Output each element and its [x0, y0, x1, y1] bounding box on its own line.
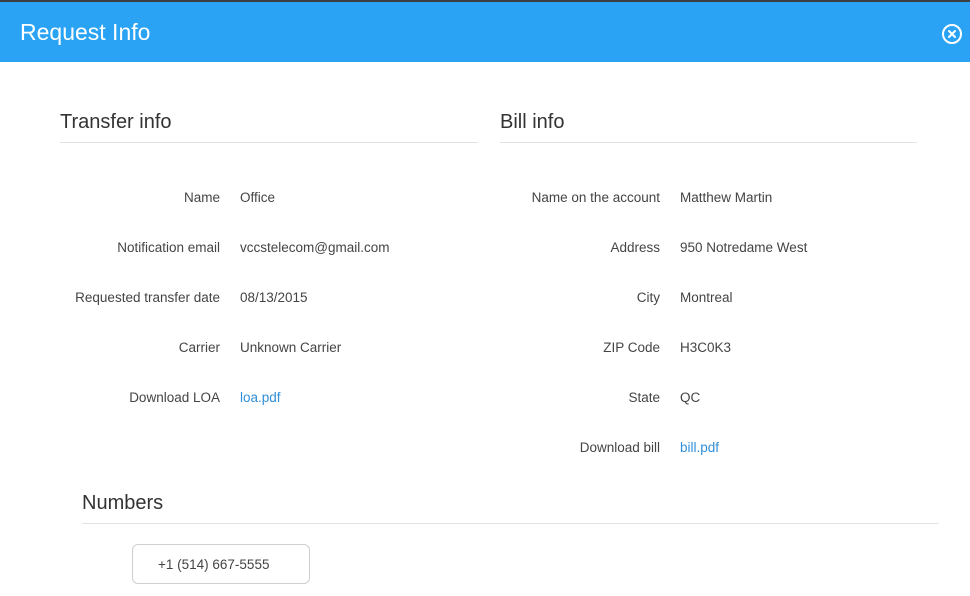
download-loa-link[interactable]: loa.pdf — [240, 389, 281, 407]
transfer-label-notification-email: Notification email — [117, 240, 220, 255]
modal-title: Request Info — [20, 19, 151, 45]
close-circle-icon — [948, 30, 956, 38]
transfer-label-name: Name — [183, 190, 220, 205]
bill-value-state: QC — [680, 390, 701, 405]
transfer-value-name: Office — [240, 190, 276, 205]
transfer-label-requested-date: Requested transfer date — [75, 290, 220, 305]
bill-value-zip-code: H3C0K3 — [680, 340, 732, 355]
bill-label-city: City — [636, 290, 660, 305]
bill-value-address: 950 Notredame West — [680, 240, 808, 255]
bill-label-state: State — [628, 390, 660, 405]
transfer-value-requested-date: 08/13/2015 — [240, 290, 308, 305]
bill-label-download-bill: Download bill — [579, 440, 660, 455]
transfer-value-notification-email: vccstelecom@gmail.com — [240, 240, 390, 255]
bill-label-name-on-account: Name on the account — [531, 190, 660, 205]
bill-value-name-on-account: Matthew Martin — [680, 190, 773, 205]
numbers-divider — [82, 523, 939, 524]
bill-info-title: Bill info — [500, 111, 565, 133]
download-bill-link[interactable]: bill.pdf — [680, 439, 719, 457]
transfer-label-carrier: Carrier — [178, 340, 220, 355]
numbers-title: Numbers — [82, 492, 164, 514]
transfer-value-carrier: Unknown Carrier — [240, 340, 342, 355]
modal-header: Request Info — [0, 0, 970, 62]
close-button[interactable] — [942, 24, 962, 44]
phone-number-item[interactable]: +1 (514) 667-5555 — [132, 544, 310, 584]
bill-label-zip-code: ZIP Code — [603, 340, 660, 355]
transfer-info-title: Transfer info — [60, 111, 172, 133]
transfer-info-divider — [60, 142, 478, 143]
transfer-label-download-loa: Download LOA — [129, 390, 220, 405]
bill-label-address: Address — [610, 240, 660, 255]
bill-info-divider — [500, 142, 917, 143]
bill-value-city: Montreal — [680, 290, 733, 305]
